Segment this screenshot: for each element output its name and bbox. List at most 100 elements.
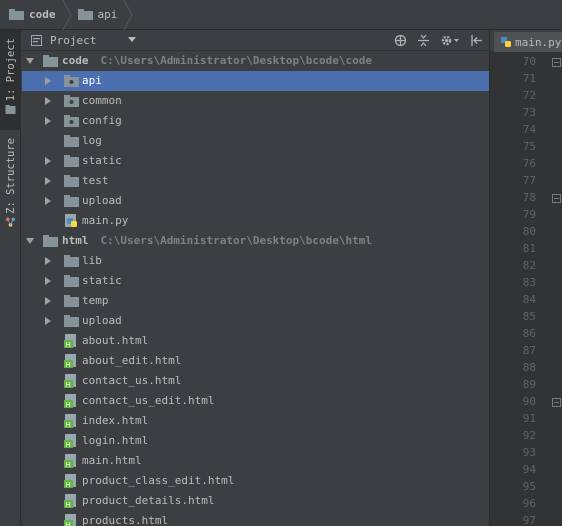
hide-panel-button[interactable] (470, 34, 483, 47)
tree-item[interactable]: common (22, 91, 489, 111)
breadcrumb-item[interactable]: code (9, 0, 78, 30)
chevron-down-icon[interactable] (26, 57, 34, 65)
tree-item-label: main.html (82, 454, 142, 467)
line-number: 87 (522, 344, 536, 357)
line-number: 97 (522, 514, 536, 526)
project-view-selector[interactable]: Project (50, 34, 128, 47)
folder-icon (43, 55, 58, 67)
folder-icon (77, 9, 93, 20)
tree-item[interactable]: Hlogin.html (22, 431, 489, 451)
chevron-right-icon[interactable] (44, 97, 52, 105)
chevron-down-icon[interactable] (26, 237, 34, 245)
tree-item[interactable]: Hindex.html (22, 411, 489, 431)
breadcrumb-separator-icon (62, 0, 72, 30)
breadcrumb-label: code (29, 8, 56, 21)
tree-item[interactable]: api (22, 71, 489, 91)
package-folder-icon (64, 75, 79, 87)
line-number: 83 (522, 276, 536, 289)
folder-icon (64, 175, 79, 187)
line-number: 96 (522, 497, 536, 510)
navigation-bar: code api (0, 0, 562, 30)
tree-item[interactable]: Habout_edit.html (22, 351, 489, 371)
tree-item-label: index.html (82, 414, 149, 427)
tree-item[interactable]: upload (22, 311, 489, 331)
tree-item[interactable]: lib (22, 251, 489, 271)
line-number: 84 (522, 293, 536, 306)
breadcrumb-item[interactable]: api (77, 0, 140, 30)
fold-marker-icon[interactable] (552, 58, 561, 67)
folder-icon (64, 315, 79, 327)
folder-icon (64, 155, 79, 167)
line-number: 90 (522, 395, 536, 408)
fold-marker-icon[interactable] (552, 194, 561, 203)
editor-tab-main-py[interactable]: main.py (494, 32, 562, 52)
html-file-icon: H (64, 514, 76, 526)
structure-tool-tab[interactable]: Z: Structure (0, 130, 21, 230)
structure-tool-tab-label: Z: Structure (4, 138, 17, 214)
collapse-all-button[interactable] (417, 34, 430, 47)
tree-item[interactable]: upload (22, 191, 489, 211)
chevron-right-icon[interactable] (44, 317, 52, 325)
line-number: 72 (522, 89, 536, 102)
chevron-down-icon[interactable] (128, 37, 136, 43)
tree-item-label: upload (82, 314, 122, 327)
tree-item[interactable]: main.py (22, 211, 489, 231)
scroll-from-source-button[interactable] (394, 34, 407, 47)
tree-item[interactable]: Hproduct_details.html (22, 491, 489, 511)
chevron-right-icon[interactable] (44, 117, 52, 125)
tree-item[interactable]: test (22, 171, 489, 191)
folder-icon (64, 295, 79, 307)
tree-item[interactable]: config (22, 111, 489, 131)
line-number: 82 (522, 259, 536, 272)
line-number: 73 (522, 106, 536, 119)
tree-item[interactable]: Hproducts.html (22, 511, 489, 526)
tree-item[interactable]: Hproduct_class_edit.html (22, 471, 489, 491)
line-number: 76 (522, 157, 536, 170)
tree-item[interactable]: Hcontact_us.html (22, 371, 489, 391)
svg-text:H: H (66, 521, 71, 526)
chevron-right-icon[interactable] (44, 277, 52, 285)
html-file-icon: H (64, 394, 76, 408)
tree-item-label: login.html (82, 434, 149, 447)
chevron-right-icon[interactable] (44, 77, 52, 85)
target-icon (394, 34, 407, 47)
tree-root-item[interactable]: html C:\Users\Administrator\Desktop\bcode… (22, 231, 489, 251)
tree-root-item[interactable]: code C:\Users\Administrator\Desktop\bcode… (22, 51, 489, 71)
tree-item[interactable]: log (22, 131, 489, 151)
editor-tab-label: main.py (515, 35, 562, 49)
chevron-right-icon[interactable] (44, 257, 52, 265)
settings-button[interactable] (440, 34, 460, 47)
folder-icon (43, 235, 58, 247)
tree-item-label: upload (82, 194, 122, 207)
tree-item[interactable]: temp (22, 291, 489, 311)
tree-item[interactable]: static (22, 271, 489, 291)
hide-panel-icon (471, 35, 482, 46)
project-tool-tab-label: 1: Project (4, 38, 17, 102)
tree-item-label: about_edit.html (82, 354, 182, 367)
project-tree: code C:\Users\Administrator\Desktop\bcode… (22, 51, 489, 526)
breadcrumb-label: api (97, 8, 118, 21)
tree-item[interactable]: Hmain.html (22, 451, 489, 471)
tree-item-label: main.py (82, 214, 129, 227)
python-file-icon (501, 37, 511, 47)
html-file-icon: H (64, 474, 76, 488)
line-number: 80 (522, 225, 536, 238)
chevron-right-icon[interactable] (44, 197, 52, 205)
line-number: 93 (522, 446, 536, 459)
gear-icon (441, 35, 459, 46)
tree-item-path: C:\Users\Administrator\Desktop\bcode\cod… (100, 54, 373, 67)
html-file-icon: H (64, 374, 76, 388)
folder-icon (9, 9, 24, 20)
chevron-right-icon[interactable] (44, 297, 52, 305)
svg-text:H: H (66, 401, 71, 408)
chevron-right-icon[interactable] (44, 177, 52, 185)
tree-item-label: common (82, 94, 122, 107)
project-tool-tab[interactable]: 1: Project (0, 30, 21, 130)
fold-marker-icon[interactable] (552, 398, 561, 407)
tree-item[interactable]: static (22, 151, 489, 171)
chevron-right-icon[interactable] (44, 157, 52, 165)
tree-item[interactable]: Habout.html (22, 331, 489, 351)
tree-item-label: lib (82, 254, 102, 267)
line-number: 89 (522, 378, 536, 391)
tree-item[interactable]: Hcontact_us_edit.html (22, 391, 489, 411)
